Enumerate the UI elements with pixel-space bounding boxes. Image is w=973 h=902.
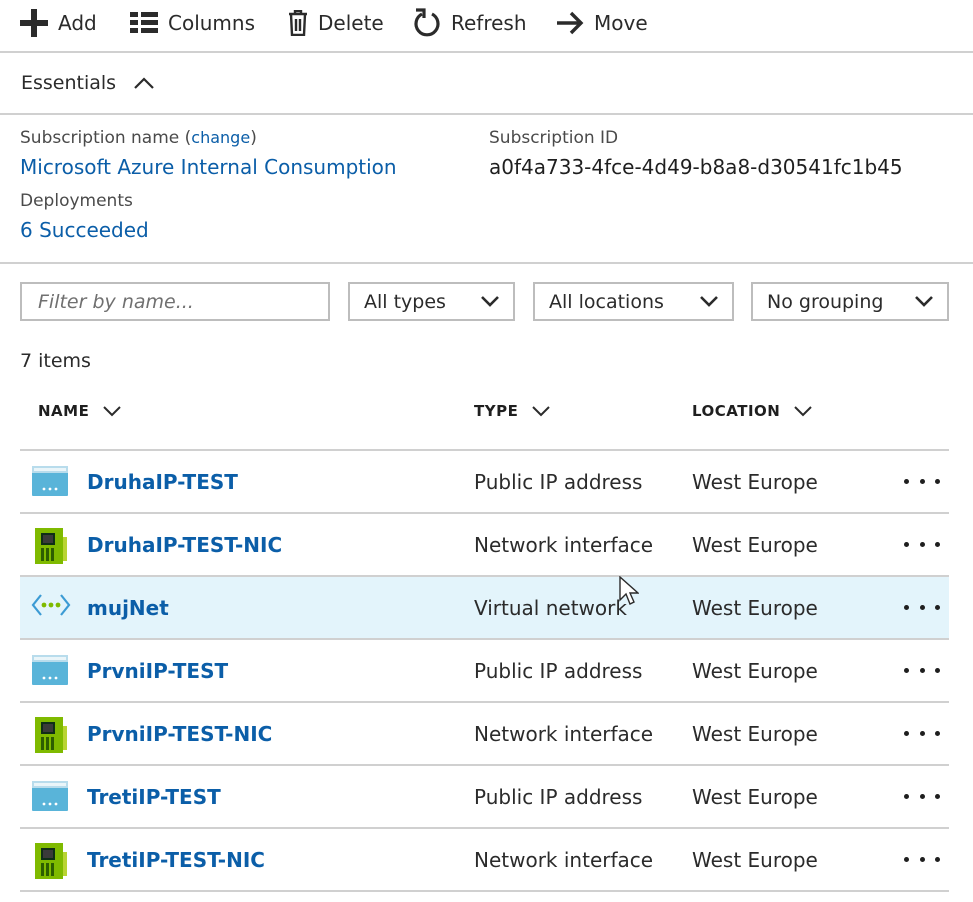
column-header-name-label: NAME bbox=[38, 402, 90, 420]
move-label: Move bbox=[594, 11, 648, 35]
more-options-icon[interactable] bbox=[904, 784, 940, 808]
resource-location: West Europe bbox=[692, 722, 818, 746]
public-ip-icon bbox=[31, 464, 69, 500]
column-header-type-label: TYPE bbox=[474, 402, 519, 420]
virtual-network-icon bbox=[31, 590, 71, 626]
network-interface-icon bbox=[31, 716, 69, 753]
location-filter-value: All locations bbox=[549, 290, 664, 313]
resource-type: Network interface bbox=[474, 848, 654, 872]
table-row[interactable]: DruhaIP-TEST-NIC Network interface West Eu… bbox=[20, 514, 949, 577]
more-options-icon[interactable] bbox=[904, 532, 940, 556]
more-options-icon[interactable] bbox=[904, 847, 940, 871]
resource-location: West Europe bbox=[692, 785, 818, 809]
trash-icon bbox=[289, 10, 307, 36]
resource-name-link[interactable]: DruhaIP-TEST-NIC bbox=[87, 533, 282, 557]
move-button[interactable]: Move bbox=[556, 6, 648, 40]
resource-type: Public IP address bbox=[474, 470, 643, 494]
add-button[interactable]: Add bbox=[20, 6, 97, 40]
deployments-label: Deployments bbox=[20, 191, 133, 211]
subscription-name-link[interactable]: Microsoft Azure Internal Consumption bbox=[20, 155, 397, 179]
resource-name-link[interactable]: DruhaIP-TEST bbox=[87, 470, 238, 494]
more-options-icon[interactable] bbox=[904, 469, 940, 493]
column-header-name[interactable]: NAME bbox=[38, 402, 122, 420]
resource-location: West Europe bbox=[692, 659, 818, 683]
essentials-title: Essentials bbox=[21, 72, 117, 94]
refresh-icon bbox=[414, 8, 440, 37]
resource-name-link[interactable]: TretiIP-TEST-NIC bbox=[87, 848, 265, 872]
table-row[interactable]: mujNet Virtual network West Europe bbox=[20, 577, 949, 640]
resource-type: Network interface bbox=[474, 722, 654, 746]
resource-type: Public IP address bbox=[474, 659, 643, 683]
resource-type: Network interface bbox=[474, 533, 654, 557]
table-row[interactable]: DruhaIP-TEST Public IP address West Europe bbox=[20, 451, 949, 514]
add-label: Add bbox=[58, 11, 97, 35]
columns-label: Columns bbox=[168, 11, 256, 35]
grouping-value: No grouping bbox=[767, 290, 884, 313]
type-filter-value: All types bbox=[364, 290, 446, 313]
table-row[interactable]: TretiIP-TEST Public IP address West Europe bbox=[20, 766, 949, 829]
column-header-location-label: LOCATION bbox=[692, 402, 781, 420]
resource-name-link[interactable]: mujNet bbox=[87, 596, 169, 620]
subscription-name-label: Subscription name bbox=[20, 128, 180, 148]
chevron-down-icon bbox=[700, 296, 718, 307]
chevron-down-icon bbox=[915, 296, 933, 307]
more-options-icon[interactable] bbox=[904, 595, 940, 619]
resource-list: DruhaIP-TEST Public IP address West Europe… bbox=[20, 451, 949, 892]
grouping-dropdown[interactable]: No grouping bbox=[751, 282, 949, 321]
mouse-cursor-icon bbox=[619, 576, 639, 605]
resource-location: West Europe bbox=[692, 470, 818, 494]
item-count: 7 items bbox=[20, 350, 91, 372]
filter-by-name-input[interactable] bbox=[20, 282, 330, 321]
resource-location: West Europe bbox=[692, 848, 818, 872]
change-paren-close: ) bbox=[250, 128, 257, 148]
plus-icon bbox=[20, 9, 48, 37]
columns-icon bbox=[130, 12, 158, 33]
resource-name-link[interactable]: TretiIP-TEST bbox=[87, 785, 221, 809]
table-row[interactable]: TretiIP-TEST-NIC Network interface West Eu… bbox=[20, 829, 949, 892]
essentials-header: Essentials bbox=[0, 53, 973, 115]
sort-chevron-icon bbox=[794, 405, 813, 416]
command-bar: Add Columns Delete Refresh Move bbox=[0, 0, 973, 53]
essentials-panel: Subscription name (change) Microsoft Azu… bbox=[0, 115, 973, 264]
sort-chevron-icon bbox=[103, 405, 122, 416]
refresh-button[interactable]: Refresh bbox=[413, 6, 527, 40]
column-header-type[interactable]: TYPE bbox=[474, 402, 551, 420]
resource-type: Virtual network bbox=[474, 596, 627, 620]
arrow-right-icon bbox=[557, 11, 584, 35]
subscription-id-label: Subscription ID bbox=[489, 128, 619, 148]
resource-location: West Europe bbox=[692, 596, 818, 620]
column-header-location[interactable]: LOCATION bbox=[692, 402, 813, 420]
delete-label: Delete bbox=[318, 11, 384, 35]
network-interface-icon bbox=[31, 527, 69, 564]
resource-type: Public IP address bbox=[474, 785, 643, 809]
table-row[interactable]: PrvniIP-TEST Public IP address West Europe bbox=[20, 640, 949, 703]
columns-button[interactable]: Columns bbox=[130, 6, 255, 40]
location-filter-dropdown[interactable]: All locations bbox=[533, 282, 734, 321]
resource-location: West Europe bbox=[692, 533, 818, 557]
deployments-link[interactable]: 6 Succeeded bbox=[20, 218, 149, 242]
delete-button[interactable]: Delete bbox=[288, 6, 384, 40]
subscription-id-value: a0f4a733-4fce-4d49-b8a8-d30541fc1b45 bbox=[489, 155, 903, 179]
more-options-icon[interactable] bbox=[904, 658, 940, 682]
change-subscription-link[interactable]: change bbox=[191, 128, 250, 147]
table-row[interactable]: PrvniIP-TEST-NIC Network interface West Eu… bbox=[20, 703, 949, 766]
subscription-name-label-row: Subscription name (change) bbox=[20, 128, 257, 148]
resource-name-link[interactable]: PrvniIP-TEST bbox=[87, 659, 228, 683]
network-interface-icon bbox=[31, 842, 69, 879]
refresh-label: Refresh bbox=[451, 11, 527, 35]
type-filter-dropdown[interactable]: All types bbox=[348, 282, 515, 321]
chevron-down-icon bbox=[481, 296, 499, 307]
public-ip-icon bbox=[31, 653, 69, 689]
public-ip-icon bbox=[31, 779, 69, 815]
resource-name-link[interactable]: PrvniIP-TEST-NIC bbox=[87, 722, 272, 746]
chevron-up-icon[interactable] bbox=[134, 77, 154, 89]
more-options-icon[interactable] bbox=[904, 721, 940, 745]
sort-chevron-icon bbox=[532, 405, 551, 416]
